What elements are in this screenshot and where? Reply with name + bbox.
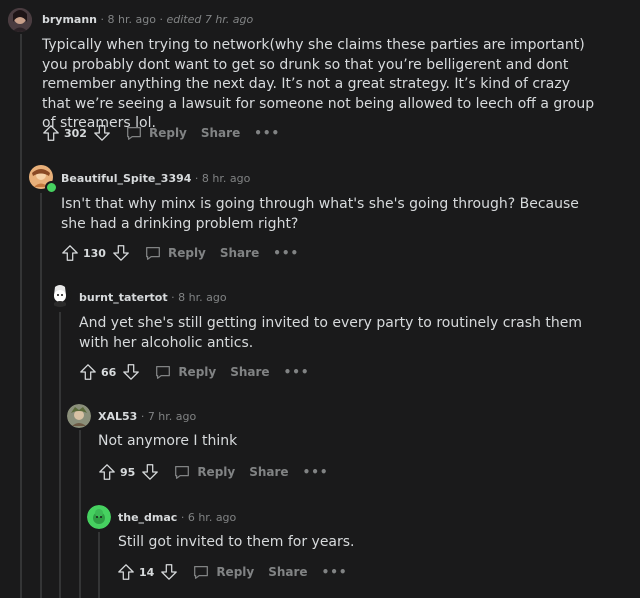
thread-line[interactable] — [59, 312, 61, 598]
more-options-icon[interactable]: ••• — [254, 126, 280, 140]
upvote-button[interactable] — [117, 563, 135, 581]
reply-label: Reply — [178, 365, 217, 379]
avatar[interactable] — [48, 283, 72, 307]
share-button[interactable]: Share — [268, 565, 307, 579]
reply-button[interactable]: Reply — [154, 363, 216, 381]
timestamp[interactable]: 8 hr. ago — [108, 13, 156, 26]
timestamp[interactable]: 8 hr. ago — [178, 291, 226, 304]
thread-line[interactable] — [98, 532, 100, 598]
reply-label: Reply — [167, 246, 206, 260]
username[interactable]: Beautiful_Spite_3394 — [61, 172, 191, 185]
comment-body: Still got invited to them for years. — [118, 534, 355, 550]
more-options-icon[interactable]: ••• — [322, 565, 348, 579]
comment-bubble-icon — [175, 465, 190, 479]
avatar[interactable] — [29, 165, 58, 194]
separator: · — [100, 13, 105, 26]
username[interactable]: brymann — [42, 13, 97, 26]
separator: · — [171, 291, 175, 304]
comment-actions: 66 Reply Share ••• — [79, 362, 310, 382]
share-label: Share — [249, 465, 289, 479]
comment-body: Isn't that why minx is going through wha… — [61, 196, 579, 232]
online-status-icon — [45, 181, 58, 194]
comment-actions: 14 Reply Share ••• — [117, 562, 348, 582]
more-options-icon[interactable]: ••• — [273, 246, 299, 260]
more-options-icon[interactable]: ••• — [284, 365, 310, 379]
vote-count: 66 — [101, 365, 117, 379]
upvote-icon — [62, 245, 78, 261]
comment-thread: brymann · 8 hr. ago · edited 7 hr. ago T… — [0, 0, 640, 598]
downvote-icon — [113, 245, 129, 261]
upvote-button[interactable] — [79, 363, 97, 381]
comment-actions: 130 Reply Share ••• — [61, 243, 299, 263]
downvote-button[interactable] — [93, 124, 111, 142]
comment-body: Typically when trying to network(why she… — [42, 37, 595, 131]
downvote-button[interactable] — [141, 463, 159, 481]
comment-meta: Beautiful_Spite_3394 · 8 hr. ago — [61, 172, 250, 185]
downvote-button[interactable] — [160, 563, 178, 581]
vote-count: 95 — [120, 465, 136, 479]
more-options-icon[interactable]: ••• — [303, 465, 329, 479]
comment-bubble-icon — [127, 126, 141, 140]
comment-actions: 302 Reply Share ••• — [42, 123, 280, 143]
comment-bubble-icon — [194, 565, 209, 579]
thread-line[interactable] — [40, 193, 42, 598]
downvote-icon — [142, 464, 159, 480]
avatar[interactable] — [87, 505, 111, 529]
upvote-icon — [118, 564, 134, 580]
separator: · — [194, 172, 199, 185]
comment-bubble-icon — [156, 365, 171, 379]
share-button[interactable]: Share — [230, 365, 269, 379]
share-button[interactable]: Share — [220, 246, 259, 260]
share-label: Share — [219, 246, 260, 260]
username[interactable]: the_dmac — [118, 511, 177, 524]
share-label: Share — [268, 565, 308, 579]
thread-line[interactable] — [20, 34, 22, 598]
downvote-icon — [94, 125, 110, 141]
share-label: Share — [200, 126, 241, 140]
upvote-icon — [43, 125, 59, 141]
reply-label: Reply — [216, 565, 255, 579]
upvote-button[interactable] — [98, 463, 116, 481]
vote-count: 130 — [83, 246, 106, 260]
downvote-button[interactable] — [122, 363, 140, 381]
username[interactable]: XAL53 — [98, 410, 137, 423]
comment-meta: burnt_tatertot · 8 hr. ago — [79, 291, 227, 304]
share-button[interactable]: Share — [201, 126, 240, 140]
comment-bubble-icon — [146, 246, 160, 260]
separator: · — [140, 410, 145, 423]
downvote-icon — [161, 564, 178, 580]
timestamp[interactable]: 6 hr. ago — [188, 511, 236, 524]
comment-body: Not anymore I think — [98, 433, 238, 449]
upvote-icon — [99, 464, 115, 480]
downvote-button[interactable] — [112, 244, 130, 262]
reply-label: Reply — [148, 126, 187, 140]
avatar[interactable] — [67, 404, 91, 428]
timestamp[interactable]: 7 hr. ago — [148, 410, 196, 423]
reply-button[interactable]: Reply — [125, 124, 187, 142]
comment-meta: the_dmac · 6 hr. ago — [118, 511, 236, 524]
username[interactable]: burnt_tatertot — [79, 291, 168, 304]
reply-button[interactable]: Reply — [144, 244, 206, 262]
edited-label: edited 7 hr. ago — [166, 13, 254, 26]
separator: · — [180, 511, 185, 524]
upvote-button[interactable] — [42, 124, 60, 142]
downvote-icon — [123, 364, 140, 380]
avatar[interactable] — [8, 8, 32, 32]
comment-meta: brymann · 8 hr. ago · edited 7 hr. ago — [42, 13, 253, 26]
share-label: Share — [230, 365, 270, 379]
reply-button[interactable]: Reply — [192, 563, 254, 581]
reply-button[interactable]: Reply — [173, 463, 235, 481]
timestamp[interactable]: 8 hr. ago — [202, 172, 250, 185]
vote-count: 14 — [139, 565, 155, 579]
thread-line[interactable] — [79, 430, 81, 598]
comment-actions: 95 Reply Share ••• — [98, 462, 329, 482]
upvote-button[interactable] — [61, 244, 79, 262]
vote-count: 302 — [64, 126, 87, 140]
share-button[interactable]: Share — [249, 465, 288, 479]
comment-body: And yet she's still getting invited to e… — [79, 315, 582, 351]
reply-label: Reply — [197, 465, 236, 479]
comment-meta: XAL53 · 7 hr. ago — [98, 410, 196, 423]
upvote-icon — [80, 364, 96, 380]
separator: · — [159, 13, 163, 26]
